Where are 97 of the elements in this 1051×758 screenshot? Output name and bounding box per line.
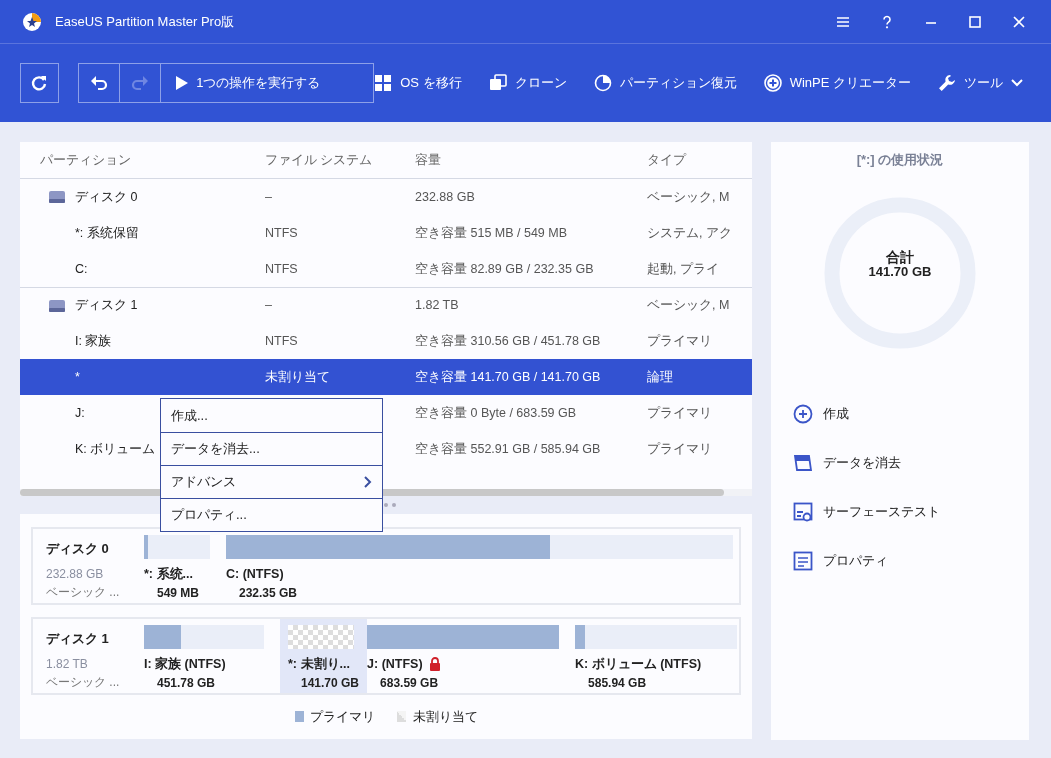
pie-chart-icon: [593, 74, 612, 92]
chevron-down-icon: [1011, 79, 1023, 87]
disk-name: ディスク 1: [46, 630, 110, 648]
action-button[interactable]: データを消去: [771, 438, 1029, 488]
table-cell-text: ベーシック, M: [647, 188, 730, 206]
column-header[interactable]: 容量: [415, 150, 647, 170]
partition-label: C: (NTFS): [226, 566, 284, 583]
toolbar-button[interactable]: OS を移行: [374, 73, 462, 93]
partition-size: 451.78 GB: [156, 674, 217, 692]
partition-label: *: 未割り...: [288, 656, 350, 673]
table-cell-text: –: [265, 188, 272, 206]
action-button[interactable]: プロパティ: [771, 536, 1029, 586]
partition-name: C:: [75, 260, 88, 278]
partition-label: *: 系统...: [144, 566, 193, 583]
selected-row[interactable]: * 未割り当て 空き容量 141.70 GB / 141.70 GB 論理: [20, 359, 752, 395]
disk-name: ディスク 0: [46, 540, 110, 558]
column-header[interactable]: パーティション: [40, 150, 265, 170]
table-cell-text: システム, アク: [647, 224, 732, 242]
disk-size: 1.82 TB: [46, 656, 89, 673]
partition-block[interactable]: C: (NTFS) 232.35 GB: [226, 529, 749, 603]
magnifier-icon: [793, 502, 813, 522]
total-label: 合計: [885, 249, 915, 265]
plus-circle-icon: [763, 74, 782, 92]
table-cell-text: 1.82 TB: [415, 297, 459, 315]
disk-type: ベーシック ...: [46, 674, 121, 691]
partition-name: I: 家族: [75, 332, 112, 350]
partition-name: J:: [75, 404, 85, 422]
toolbar-button[interactable]: ツール: [938, 73, 1023, 93]
partition-size: 683.59 GB: [379, 674, 440, 692]
table-cell-text: ベーシック, M: [647, 297, 730, 315]
table-cell-text: NTFS: [265, 260, 298, 278]
partition-block[interactable]: J: (NTFS) 683.59 GB: [367, 619, 576, 693]
table-cell-text: 232.88 GB: [415, 188, 475, 206]
table-cell-text: 空き容量 0 Byte / 683.59 GB: [415, 404, 577, 422]
partition-label: I: 家族 (NTFS): [144, 655, 226, 673]
close-icon[interactable]: [1011, 13, 1027, 30]
table-cell-text: 未割り当て: [265, 368, 330, 386]
table-cell-text: NTFS: [265, 332, 298, 350]
column-header[interactable]: タイプ: [647, 150, 752, 170]
window-title: EaseUS Partition Master Pro版: [55, 12, 236, 31]
partition-block[interactable]: I: 家族 (NTFS) 451.78 GB: [144, 619, 280, 693]
table-cell-text: プライマリ: [647, 440, 712, 458]
partition-label: K: ボリューム (NTFS): [575, 656, 702, 673]
disk-name: ディスク 0: [75, 188, 138, 206]
disk-type: ベーシック ...: [46, 584, 121, 601]
table-cell-text: –: [265, 297, 272, 315]
eraser-icon: [793, 453, 813, 473]
maximize-icon[interactable]: [967, 13, 983, 30]
app-logo-icon: [22, 11, 42, 32]
wrench-icon: [938, 74, 956, 92]
plus-circle-icon: [793, 404, 813, 424]
partition-label: J: (NTFS): [367, 656, 423, 673]
table-cell-text: 空き容量 310.56 GB / 451.78 GB: [415, 332, 601, 350]
redo-icon: [131, 75, 150, 91]
partition-block[interactable]: K: ボリューム (NTFS) 585.94 GB: [575, 619, 754, 693]
table-cell-text: 空き容量 515 MB / 549 MB: [415, 224, 568, 242]
action-button[interactable]: 作成: [771, 389, 1029, 439]
windows-icon: [374, 74, 393, 92]
menu-item[interactable]: 作成...: [161, 399, 382, 432]
action-button[interactable]: サーフェーステスト: [771, 487, 1029, 537]
column-header[interactable]: ファイル システム: [265, 150, 415, 170]
refresh-icon: [30, 74, 49, 92]
table-cell-text: NTFS: [265, 224, 298, 242]
menu-item[interactable]: データを消去...: [161, 432, 382, 465]
table-cell-text: プライマリ: [647, 404, 712, 422]
table-cell-text: 空き容量 552.91 GB / 585.94 GB: [415, 440, 601, 458]
document-icon: [793, 551, 813, 571]
partition-name: K: ボリューム: [75, 440, 156, 458]
partition-name: *: 系统保留: [75, 224, 139, 242]
selected-partition[interactable]: *: 未割り... 141.70 GB: [280, 619, 368, 693]
partition-name: *: [75, 368, 80, 386]
chevron-right-icon: [364, 476, 372, 488]
table-cell-text: 空き容量 82.89 GB / 232.35 GB: [415, 260, 594, 278]
copy-icon: [488, 74, 507, 92]
total-value: 141.70 GB: [867, 264, 933, 280]
undo-icon: [90, 75, 109, 91]
table-cell-text: 論理: [647, 368, 673, 386]
panel-title: [*:] の使用状況: [855, 151, 945, 169]
disk-name: ディスク 1: [75, 297, 138, 315]
menu-item[interactable]: アドバンス: [161, 465, 382, 498]
table-cell-text: 空き容量 141.70 GB / 141.70 GB: [415, 368, 601, 386]
toolbar-button[interactable]: クローン: [488, 73, 567, 93]
partition-size: 232.35 GB: [238, 584, 299, 602]
partition-size: 549 MB: [156, 584, 201, 602]
partition-block[interactable]: *: 系统... 549 MB: [144, 529, 226, 603]
refresh-button[interactable]: [20, 63, 59, 103]
disk-size: 232.88 GB: [46, 566, 105, 583]
play-icon: [176, 76, 189, 90]
toolbar-button[interactable]: WinPE クリエーター: [763, 73, 911, 93]
legend-label: 未割り当て: [412, 708, 478, 726]
table-cell-text: プライマリ: [647, 332, 712, 350]
partition-size: 585.94 GB: [587, 674, 648, 692]
menu-item[interactable]: プロパティ...: [161, 498, 382, 531]
legend-label: プライマリ: [310, 708, 375, 726]
toolbar-button[interactable]: パーティション復元: [593, 73, 737, 93]
partition-size: 141.70 GB: [300, 674, 360, 692]
table-cell-text: 起動, プライ: [647, 260, 719, 278]
